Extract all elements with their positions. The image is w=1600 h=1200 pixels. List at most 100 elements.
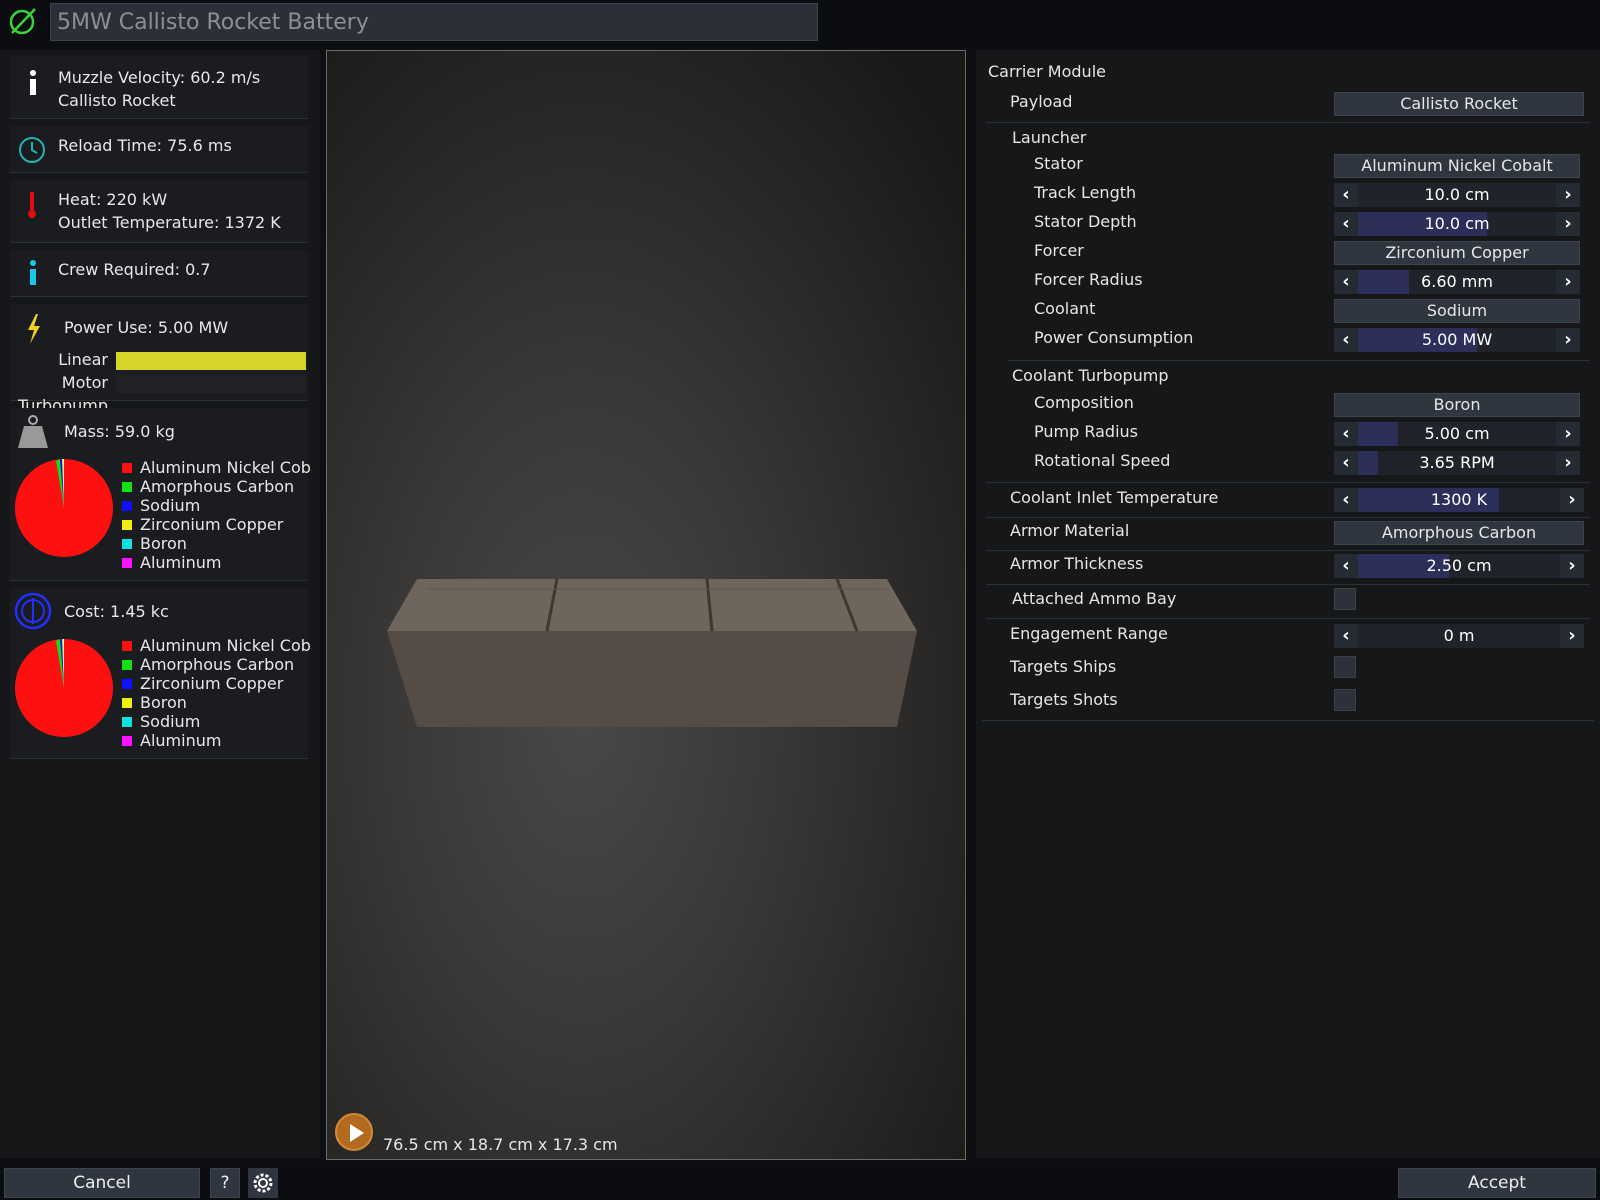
battery-model (387, 578, 917, 727)
composition-label: Composition (1034, 393, 1134, 412)
engagement-range-stepper[interactable]: ‹ 0 m › (1334, 624, 1584, 648)
cost-pie-chart (15, 638, 113, 737)
legend-item: Amorphous Carbon (122, 655, 312, 674)
armor-thickness-slider[interactable]: 2.50 cm (1358, 554, 1560, 578)
increment-button[interactable]: › (1556, 328, 1580, 352)
armor-material-select[interactable]: Amorphous Carbon (1334, 521, 1584, 545)
targets-ships-label: Targets Ships (1010, 657, 1117, 676)
model-preview[interactable]: 76.5 cm x 18.7 cm x 17.3 cm (326, 50, 966, 1160)
forcer-radius-slider[interactable]: 6.60 mm (1358, 270, 1556, 294)
design-name-input[interactable]: 5MW Callisto Rocket Battery (50, 3, 818, 41)
targets-shots-checkbox[interactable] (1334, 689, 1356, 711)
power-consumption-slider[interactable]: 5.00 MW (1358, 328, 1556, 352)
decrement-button[interactable]: ‹ (1334, 554, 1358, 578)
payload-select[interactable]: Callisto Rocket (1334, 92, 1584, 116)
stator-depth-slider[interactable]: 10.0 cm (1358, 212, 1556, 236)
weight-icon (18, 415, 48, 448)
increment-button[interactable]: › (1556, 183, 1580, 207)
power-stat: Power Use: 5.00 MW Linear Motor Turbopum… (10, 304, 308, 415)
stator-select[interactable]: Aluminum Nickel Cobalt (1334, 154, 1580, 178)
decrement-button[interactable]: ‹ (1334, 422, 1358, 446)
armor-thickness-label: Armor Thickness (1010, 554, 1144, 573)
decrement-button[interactable]: ‹ (1334, 488, 1358, 512)
track-length-slider[interactable]: 10.0 cm (1358, 183, 1556, 207)
composition-select[interactable]: Boron (1334, 393, 1580, 417)
forcer-select[interactable]: Zirconium Copper (1334, 241, 1580, 265)
attached-ammo-bay-checkbox[interactable] (1334, 588, 1356, 610)
crew-required: Crew Required: 0.7 (58, 260, 211, 279)
rotational-speed-stepper[interactable]: ‹ 3.65 RPM › (1334, 451, 1580, 475)
carrier-module-heading: Carrier Module (988, 62, 1106, 81)
gear-icon[interactable] (248, 1168, 278, 1198)
stator-label: Stator (1034, 154, 1083, 173)
mass-pie-chart (15, 458, 113, 557)
thermometer-icon (28, 192, 36, 218)
legend-item: Zirconium Copper (122, 515, 312, 534)
increment-button[interactable]: › (1560, 624, 1584, 648)
engagement-range-label: Engagement Range (1010, 624, 1168, 643)
attached-ammo-bay-label: Attached Ammo Bay (1012, 589, 1177, 608)
cancel-button[interactable]: Cancel (4, 1168, 200, 1198)
pump-radius-slider[interactable]: 5.00 cm (1358, 422, 1556, 446)
legend-item: Aluminum (122, 731, 312, 750)
decrement-button[interactable]: ‹ (1334, 183, 1358, 207)
decrement-button[interactable]: ‹ (1334, 212, 1358, 236)
increment-button[interactable]: › (1560, 488, 1584, 512)
stator-depth-stepper[interactable]: ‹ 10.0 cm › (1334, 212, 1580, 236)
payload-name: Callisto Rocket (58, 91, 176, 110)
muzzle-velocity: Muzzle Velocity: 60.2 m/s (58, 68, 261, 87)
pump-radius-stepper[interactable]: ‹ 5.00 cm › (1334, 422, 1580, 446)
accept-button[interactable]: Accept (1398, 1168, 1596, 1198)
targets-ships-checkbox[interactable] (1334, 656, 1356, 678)
lightning-icon (28, 314, 40, 344)
decrement-button[interactable]: ‹ (1334, 451, 1358, 475)
decrement-button[interactable]: ‹ (1334, 328, 1358, 352)
legend-item: Aluminum Nickel Cobalt (122, 636, 312, 655)
increment-button[interactable]: › (1560, 554, 1584, 578)
info-icon (30, 70, 36, 95)
muzzle-velocity-stat: Muzzle Velocity: 60.2 m/s Callisto Rocke… (10, 56, 308, 119)
coolant-inlet-temperature-stepper[interactable]: ‹ 1300 K › (1334, 488, 1584, 512)
stats-panel: Muzzle Velocity: 60.2 m/s Callisto Rocke… (0, 50, 320, 1158)
rotational-speed-slider[interactable]: 3.65 RPM (1358, 451, 1556, 475)
power-bar-turbopump (116, 375, 306, 393)
mass-total: Mass: 59.0 kg (64, 422, 175, 441)
coolant-inlet-temperature-label: Coolant Inlet Temperature (1010, 488, 1219, 507)
help-button[interactable]: ? (210, 1168, 240, 1198)
armor-material-label: Armor Material (1010, 521, 1130, 540)
coolant-inlet-temperature-slider[interactable]: 1300 K (1358, 488, 1560, 512)
increment-button[interactable]: › (1556, 451, 1580, 475)
increment-button[interactable]: › (1556, 422, 1580, 446)
power-consumption-label: Power Consumption (1034, 328, 1194, 347)
increment-button[interactable]: › (1556, 212, 1580, 236)
reload-time: Reload Time: 75.6 ms (58, 136, 232, 155)
payload-label: Payload (1010, 92, 1073, 111)
stator-depth-label: Stator Depth (1034, 212, 1137, 231)
mass-stat: Mass: 59.0 kg Aluminum Nickel Cobalt Amo… (10, 408, 312, 581)
launcher-heading: Launcher (1012, 128, 1087, 147)
coolant-select[interactable]: Sodium (1334, 299, 1580, 323)
rotational-speed-label: Rotational Speed (1034, 451, 1171, 470)
model-dimensions: 76.5 cm x 18.7 cm x 17.3 cm (383, 1135, 618, 1154)
clock-icon (19, 137, 45, 163)
forcer-radius-stepper[interactable]: ‹ 6.60 mm › (1334, 270, 1580, 294)
track-length-label: Track Length (1034, 183, 1137, 202)
cost-legend: Aluminum Nickel Cobalt Amorphous Carbon … (122, 636, 312, 750)
increment-button[interactable]: › (1556, 270, 1580, 294)
legend-item: Aluminum (122, 553, 312, 572)
power-consumption-stepper[interactable]: ‹ 5.00 MW › (1334, 328, 1580, 352)
legend-item: Boron (122, 693, 312, 712)
engagement-range-slider[interactable]: 0 m (1358, 624, 1560, 648)
crew-icon (30, 260, 36, 285)
decrement-button[interactable]: ‹ (1334, 270, 1358, 294)
decrement-button[interactable]: ‹ (1334, 624, 1358, 648)
targets-shots-label: Targets Shots (1010, 690, 1118, 709)
pump-radius-label: Pump Radius (1034, 422, 1138, 441)
armor-thickness-stepper[interactable]: ‹ 2.50 cm › (1334, 554, 1584, 578)
config-panel: Carrier Module Payload Callisto Rocket L… (976, 50, 1600, 1158)
coin-icon (14, 592, 52, 630)
track-length-stepper[interactable]: ‹ 10.0 cm › (1334, 183, 1580, 207)
heat: Heat: 220 kW (58, 190, 168, 209)
play-button[interactable] (335, 1113, 373, 1151)
bottom-bar: Cancel ? Accept (0, 1162, 1600, 1200)
